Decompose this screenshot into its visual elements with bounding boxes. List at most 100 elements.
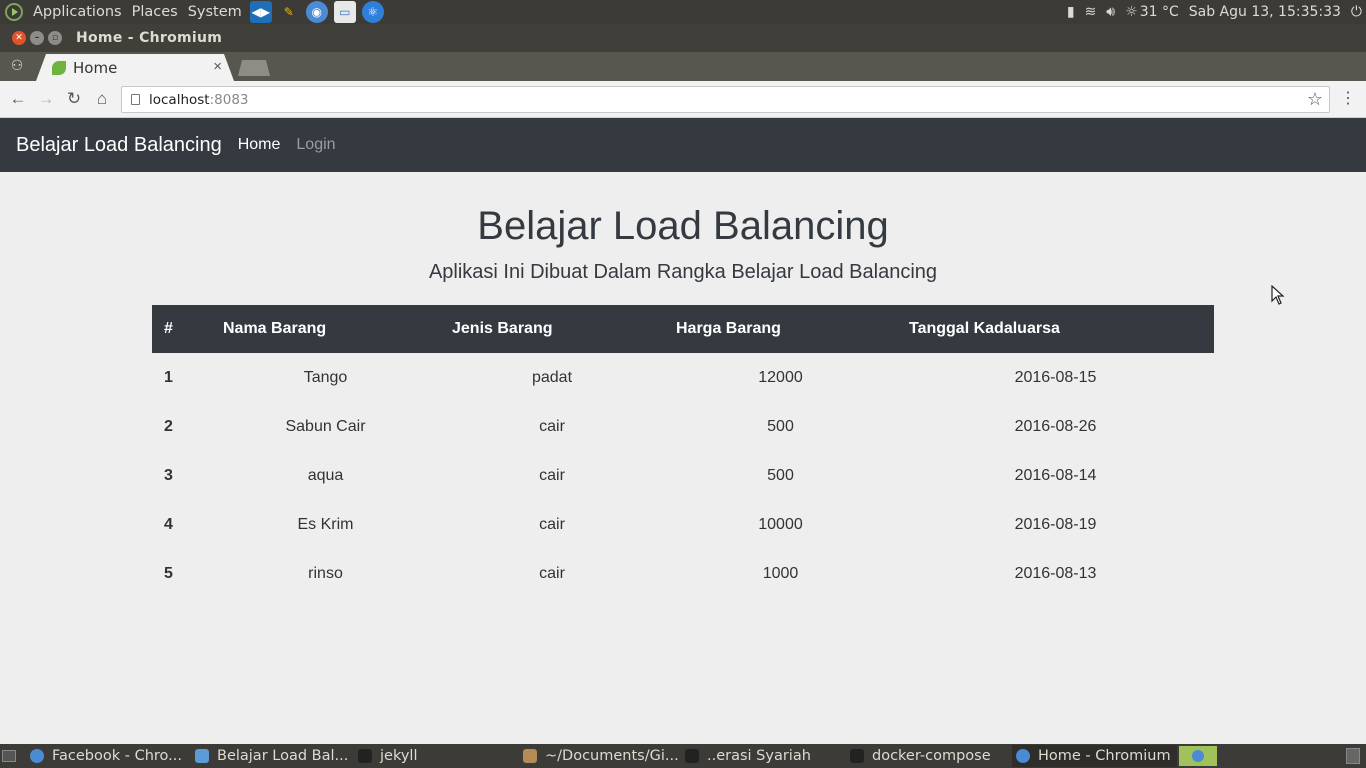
editor-launcher-icon[interactable]: ✎ [277, 1, 300, 23]
url-port[interactable]: :8083 [210, 92, 249, 108]
temperature-label[interactable]: 31 °C [1140, 4, 1179, 20]
cell-nama: Sabun Cair [285, 417, 366, 435]
new-tab-button[interactable] [238, 60, 270, 76]
menu-applications[interactable]: Applications [33, 4, 122, 20]
system-top-panel: Applications Places System ◀▶ ✎ ◉ ▭ ⚛ ▮ … [0, 0, 1366, 24]
taskbar-item-label: jekyll [380, 748, 418, 764]
cell-jenis: cair [539, 564, 565, 582]
taskbar-item-folder[interactable]: Belajar Load Bal... [195, 745, 358, 767]
taskbar-item-documents[interactable]: ~/Documents/Gi... [523, 745, 685, 767]
chromium-icon [1016, 749, 1030, 763]
clock-label[interactable]: Sab Agu 13, 15:35:33 [1189, 4, 1341, 20]
bottom-taskbar: Facebook - Chro... Belajar Load Bal... j… [0, 744, 1366, 768]
cell-number: 5 [164, 564, 173, 582]
page-title: Belajar Load Balancing [477, 204, 889, 248]
cell-tanggal: 2016-08-26 [1014, 417, 1097, 435]
menu-system[interactable]: System [188, 4, 242, 20]
chromium-launcher-icon[interactable]: ◉ [305, 1, 328, 23]
site-navbar: Belajar Load Balancing Home Login [0, 118, 1366, 172]
cell-number: 2 [164, 417, 173, 435]
cell-harga: 500 [767, 417, 794, 435]
cell-harga: 1000 [762, 564, 799, 582]
taskbar-item-label: docker-compose [872, 748, 991, 764]
cell-tanggal: 2016-08-14 [1014, 466, 1097, 484]
forward-icon[interactable]: → [35, 88, 57, 110]
cell-jenis: cair [539, 515, 565, 533]
browser-menu-icon[interactable]: ⋮ [1340, 88, 1356, 108]
cell-harga: 12000 [758, 368, 803, 386]
folder-icon [195, 749, 209, 763]
table-header-row: # Nama Barang Jenis Barang Harga Barang … [152, 305, 1214, 353]
cell-number: 1 [164, 368, 173, 386]
cell-nama: aqua [307, 466, 344, 484]
chromium-icon [30, 749, 44, 763]
trash-icon[interactable] [1346, 748, 1360, 764]
terminal-icon [685, 749, 699, 763]
browser-tabstrip: ⚇ Home × [0, 52, 1366, 81]
url-host[interactable]: localhost [149, 92, 210, 108]
bookmark-star-icon[interactable]: ☆ [1307, 89, 1323, 110]
tab-home[interactable]: Home × [36, 54, 234, 81]
atom-launcher-icon[interactable]: ⚛ [361, 1, 384, 23]
cell-nama: Es Krim [297, 515, 354, 533]
taskbar-item-label: ..erasi Syariah [707, 748, 811, 764]
browser-toolbar: ← → ↻ ⌂ localhost :8083 ☆ ⋮ [0, 81, 1366, 118]
window-close-icon[interactable]: ✕ [12, 31, 26, 45]
home-icon[interactable]: ⌂ [91, 88, 113, 110]
taskbar-item-label: Belajar Load Bal... [217, 748, 349, 764]
cell-harga: 500 [767, 466, 794, 484]
back-icon[interactable]: ← [7, 88, 29, 110]
nav-link-login[interactable]: Login [296, 136, 335, 154]
cell-harga: 10000 [758, 515, 803, 533]
window-minimize-icon[interactable]: – [30, 31, 44, 45]
cell-number: 3 [164, 466, 173, 484]
weather-icon[interactable]: ☼ [1125, 4, 1138, 20]
menu-places[interactable]: Places [132, 4, 178, 20]
files-launcher-icon[interactable]: ▭ [333, 1, 356, 23]
profile-icon[interactable]: ⚇ [6, 57, 28, 77]
cell-tanggal: 2016-08-15 [1014, 368, 1097, 386]
taskbar-item-label: Home - Chromium [1038, 748, 1171, 764]
show-desktop-icon[interactable] [2, 750, 16, 762]
site-brand[interactable]: Belajar Load Balancing [16, 134, 222, 157]
tab-close-icon[interactable]: × [213, 58, 222, 75]
distro-logo-icon[interactable] [5, 3, 23, 21]
table-row: 5 rinso cair 1000 2016-08-13 [152, 549, 1214, 598]
cell-nama: Tango [303, 368, 348, 386]
taskbar-item-jekyll[interactable]: jekyll [358, 745, 523, 767]
address-bar[interactable]: localhost :8083 ☆ [121, 86, 1330, 113]
tab-title: Home [73, 58, 118, 77]
workspace-switcher[interactable] [1179, 746, 1217, 766]
taskbar-item-label: Facebook - Chro... [52, 748, 182, 764]
goods-table: # Nama Barang Jenis Barang Harga Barang … [152, 305, 1214, 598]
battery-icon[interactable]: ▮ [1067, 4, 1075, 20]
taskbar-item-docker-compose[interactable]: docker-compose [850, 745, 1012, 767]
wifi-icon[interactable]: ≋ [1085, 4, 1097, 20]
terminal-icon [850, 749, 864, 763]
header-jenis-barang: Jenis Barang [452, 320, 553, 337]
header-harga-barang: Harga Barang [676, 320, 781, 337]
taskbar-item-home-chromium[interactable]: Home - Chromium [1012, 745, 1177, 767]
volume-icon[interactable]: 🔊︎ [1106, 4, 1115, 20]
header-tanggal-kadaluarsa: Tanggal Kadaluarsa [909, 320, 1060, 337]
table-row: 2 Sabun Cair cair 500 2016-08-26 [152, 402, 1214, 451]
vscode-launcher-icon[interactable]: ◀▶ [249, 1, 272, 23]
table-row: 1 Tango padat 12000 2016-08-15 [152, 353, 1214, 402]
spring-leaf-icon [52, 60, 66, 75]
window-titlebar: ✕ – ▫ Home - Chromium [0, 24, 1366, 52]
taskbar-item-facebook[interactable]: Facebook - Chro... [30, 745, 195, 767]
table-row: 4 Es Krim cair 10000 2016-08-19 [152, 500, 1214, 549]
taskbar-item-syariah[interactable]: ..erasi Syariah [685, 745, 850, 767]
page-info-icon[interactable] [131, 94, 140, 105]
editor-icon [523, 749, 537, 763]
header-nama-barang: Nama Barang [223, 320, 327, 337]
power-icon[interactable]: ⏻ [1351, 4, 1362, 20]
table-row: 3 aqua cair 500 2016-08-14 [152, 451, 1214, 500]
nav-link-home[interactable]: Home [238, 136, 281, 154]
taskbar-item-label: ~/Documents/Gi... [545, 748, 679, 764]
cell-tanggal: 2016-08-19 [1014, 515, 1097, 533]
chromium-icon [1192, 750, 1204, 762]
window-maximize-icon[interactable]: ▫ [48, 31, 62, 45]
cell-jenis: cair [539, 417, 565, 435]
reload-icon[interactable]: ↻ [63, 88, 85, 110]
